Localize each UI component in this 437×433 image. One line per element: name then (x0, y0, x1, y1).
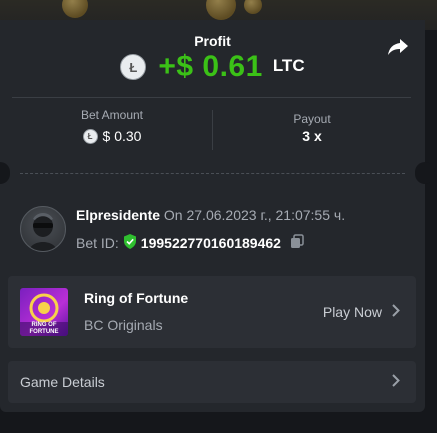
profit-value: +$ 0.61 (158, 50, 263, 83)
bet-amount-value-row: Ł $ 0.30 (12, 128, 212, 144)
game-thumbnail[interactable]: RING OF FORTUNE (20, 288, 68, 336)
profit-label: Profit (194, 33, 231, 49)
ticket-notch-left (0, 162, 10, 184)
bet-timestamp: On 27.06.2023 г., 21:07:55 ч. (163, 207, 346, 223)
game-details-label: Game Details (20, 374, 105, 390)
bet-id-value: 199522770160189462 (140, 234, 281, 251)
username[interactable]: Elpresidente (76, 207, 160, 223)
bet-id-line: Bet ID: 199522770160189462 (76, 233, 305, 252)
play-now-label: Play Now (322, 304, 382, 320)
play-now-button[interactable]: Play Now (323, 304, 400, 320)
game-thumbnail-text: RING OF FORTUNE (29, 322, 59, 335)
payout-section: Payout 3 x (212, 108, 412, 144)
chevron-right-icon (392, 304, 400, 320)
bet-detail-card: Profit Ł +$ 0.61 LTC Bet Amount Ł $ 0.30… (0, 20, 435, 412)
decorative-coin (244, 0, 262, 14)
payout-value: 3 x (302, 128, 322, 144)
litecoin-icon: Ł (82, 128, 98, 144)
chevron-right-icon (392, 374, 400, 392)
avatar[interactable] (20, 206, 66, 252)
litecoin-icon: Ł (120, 54, 147, 80)
bet-amount-label: Bet Amount (80, 108, 144, 122)
profit-currency: LTC (272, 56, 305, 75)
bet-id-label: Bet ID: (76, 234, 119, 251)
divider (12, 97, 411, 98)
decorative-coin (62, 0, 88, 18)
bet-amount-section: Bet Amount Ł $ 0.30 (12, 108, 212, 144)
profit-row: Ł +$ 0.61 LTC (0, 50, 425, 84)
bet-amount-value: $ 0.30 (102, 128, 142, 144)
bet-user-line: Elpresidente On 27.06.2023 г., 21:07:55 … (76, 207, 345, 223)
game-title: Ring of Fortune (84, 290, 189, 306)
copy-icon[interactable] (289, 233, 305, 252)
game-provider: BC Originals (84, 317, 163, 333)
game-card[interactable]: RING OF FORTUNE Ring of Fortune BC Origi… (8, 276, 416, 348)
decorative-coin (206, 0, 236, 20)
share-icon[interactable] (386, 36, 410, 58)
game-details-row[interactable]: Game Details (8, 361, 416, 403)
verified-shield-icon (123, 233, 137, 252)
ticket-notch-right (415, 162, 435, 184)
dashed-separator (20, 173, 405, 174)
payout-label: Payout (293, 112, 331, 126)
